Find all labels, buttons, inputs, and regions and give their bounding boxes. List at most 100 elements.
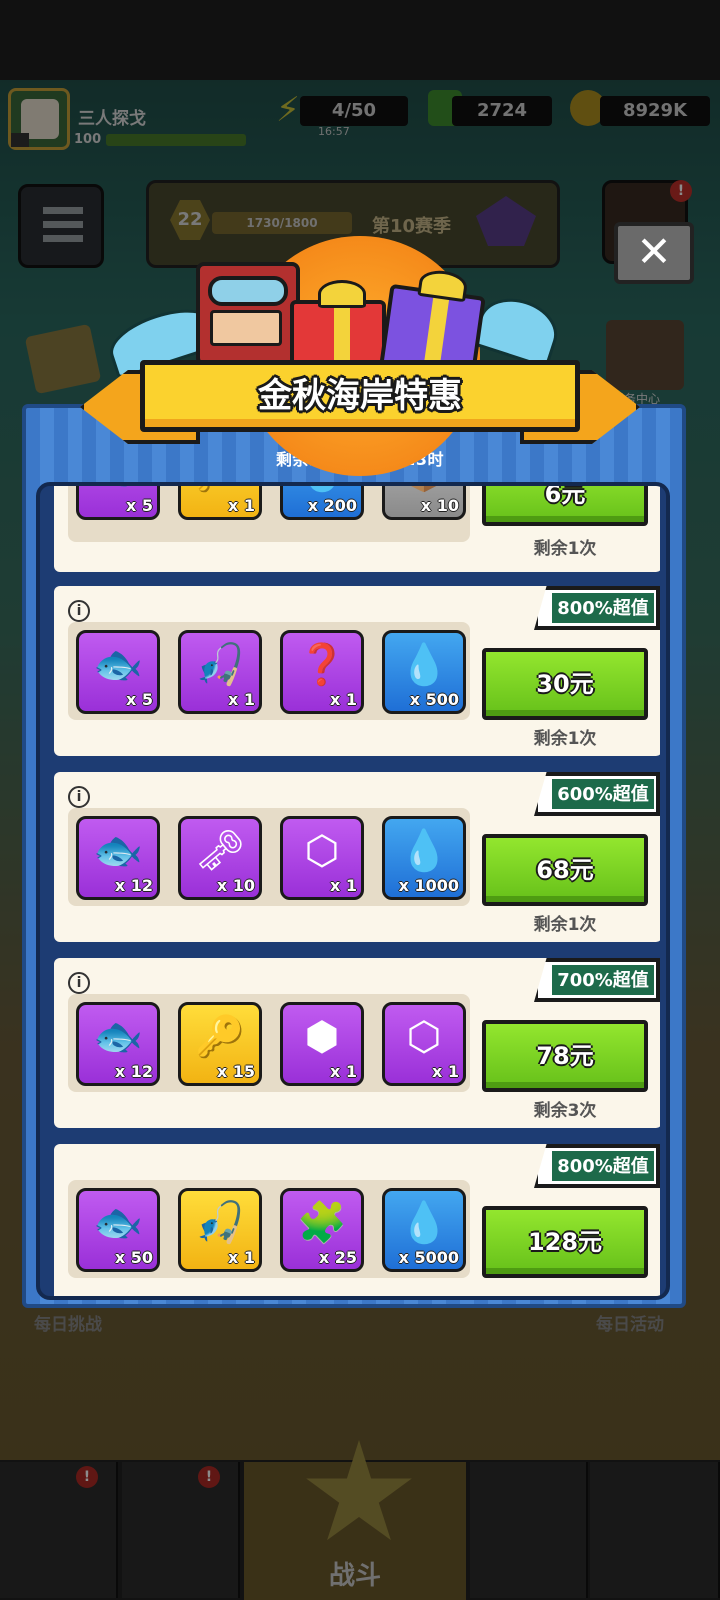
fishing-rod-icon: 🎣 [195, 1200, 245, 1246]
item-qty: x 5 [125, 690, 153, 709]
info-icon[interactable]: i [68, 972, 90, 994]
offer-item[interactable]: 📦 x 10 [382, 486, 466, 520]
item-qty: x 12 [114, 876, 153, 895]
offer-item[interactable]: 🎣 x 1 [178, 1188, 262, 1272]
offer-items: 🐟 x 5 🔑 x 1 💧 x 200 📦 x 10 [68, 486, 470, 542]
offer-card: i 600%超值 🐟 x 12 🗝 x 10 ⬡ x 1 💧 x 1000 68… [54, 772, 660, 942]
item-qty: x 1 [329, 1062, 357, 1081]
offer-card: i 800%超值 🐟 x 5 🎣 x 1 ❓ x 1 💧 x 500 30元 剩… [54, 586, 660, 756]
buy-button[interactable]: 68元 [482, 834, 648, 906]
buy-button[interactable]: 6元 [482, 486, 648, 526]
item-qty: x 500 [409, 690, 459, 709]
offer-item[interactable]: 🐟 x 12 [76, 1002, 160, 1086]
value-badge: 800%超值 [534, 586, 660, 630]
hex-chest-icon: ⬡ [304, 828, 340, 874]
offer-list-panel: 🐟 x 5 🔑 x 1 💧 x 200 📦 x 10 6元 剩余1次 [36, 482, 670, 1300]
fishing-lure-icon: 🐟 [93, 1014, 143, 1060]
buy-price: 68元 [536, 856, 594, 884]
mystery-chest-icon: ❓ [297, 642, 347, 688]
offer-item[interactable]: ⬡ x 1 [280, 816, 364, 900]
value-label: 800%超值 [557, 1156, 649, 1177]
remaining-count: 剩余1次 [533, 915, 597, 935]
item-qty: x 1 [227, 690, 255, 709]
value-label: 700%超值 [557, 970, 649, 991]
offer-card: i 700%超值 🐟 x 12 🔑 x 15 ⬢ x 1 ⬡ x 1 78元 剩… [54, 958, 660, 1128]
item-qty: x 200 [307, 496, 357, 515]
offer-item[interactable]: ⬡ x 1 [382, 1002, 466, 1086]
oil-drop-icon: 💧 [399, 1200, 449, 1246]
offer-item[interactable]: 💧 x 500 [382, 630, 466, 714]
info-icon[interactable]: i [68, 600, 90, 622]
fishing-lure-icon: 🐟 [93, 1200, 143, 1246]
remaining-count: 剩余3次 [533, 1101, 597, 1121]
value-badge: 700%超值 [534, 958, 660, 1002]
item-qty: x 1 [227, 496, 255, 515]
item-qty: x 5000 [398, 1248, 459, 1267]
gold-key-icon: 🗝 [194, 828, 246, 874]
oil-drop-icon: 💧 [399, 828, 449, 874]
chest-icon: 📦 [385, 486, 463, 495]
item-qty: x 10 [420, 496, 459, 515]
offer-item[interactable]: 🐟 x 50 [76, 1188, 160, 1272]
offer-item[interactable]: ❓ x 1 [280, 630, 364, 714]
offer-item[interactable]: 🔑 x 1 [178, 486, 262, 520]
fishing-lure-icon: 🐟 [79, 486, 157, 495]
offer-items: 🐟 x 12 🔑 x 15 ⬢ x 1 ⬡ x 1 [68, 994, 470, 1092]
offer-item[interactable]: 💧 x 200 [280, 486, 364, 520]
item-qty: x 1 [329, 876, 357, 895]
buy-price: 78元 [536, 1042, 594, 1070]
item-qty: x 5 [125, 496, 153, 515]
buy-price: 128元 [527, 1228, 603, 1256]
offer-item[interactable]: 🔑 x 15 [178, 1002, 262, 1086]
offer-item[interactable]: 🐟 x 5 [76, 630, 160, 714]
info-icon[interactable]: i [68, 786, 90, 808]
remaining-count: 剩余1次 [533, 729, 597, 749]
buy-button[interactable]: 128元 [482, 1206, 648, 1278]
item-qty: x 15 [216, 1062, 255, 1081]
offer-item[interactable]: 🎣 x 1 [178, 630, 262, 714]
item-qty: x 1 [227, 1248, 255, 1267]
hex-chest-icon: ⬡ [406, 1014, 442, 1060]
offer-item[interactable]: 🐟 x 12 [76, 816, 160, 900]
offer-card: 🐟 x 5 🔑 x 1 💧 x 200 📦 x 10 6元 剩余1次 [54, 486, 660, 572]
oil-drop-icon: 💧 [283, 486, 361, 495]
offer-list[interactable]: 🐟 x 5 🔑 x 1 💧 x 200 📦 x 10 6元 剩余1次 [48, 486, 660, 1296]
buy-price: 30元 [536, 670, 594, 698]
open-chest-icon: ⬢ [304, 1014, 340, 1060]
key-icon: 🔑 [181, 486, 259, 495]
buy-button[interactable]: 78元 [482, 1020, 648, 1092]
offer-item[interactable]: 💧 x 5000 [382, 1188, 466, 1272]
offer-item[interactable]: 💧 x 1000 [382, 816, 466, 900]
offer-item[interactable]: 🗝 x 10 [178, 816, 262, 900]
buy-button[interactable]: 30元 [482, 648, 648, 720]
top-status-area [0, 0, 720, 80]
item-qty: x 10 [216, 876, 255, 895]
fishing-lure-icon: 🐟 [93, 642, 143, 688]
item-qty: x 12 [114, 1062, 153, 1081]
offer-items: 🐟 x 5 🎣 x 1 ❓ x 1 💧 x 500 [68, 622, 470, 720]
close-button[interactable]: ✕ [614, 222, 694, 284]
value-badge: 600%超值 [534, 772, 660, 816]
offer-items: 🐟 x 50 🎣 x 1 🧩 x 25 💧 x 5000 [68, 1180, 470, 1278]
item-qty: x 25 [318, 1248, 357, 1267]
fishing-lure-icon: 🐟 [93, 828, 143, 874]
item-qty: x 1 [431, 1062, 459, 1081]
popup-title: 金秋海岸特惠 [258, 376, 462, 416]
value-label: 800%超值 [557, 598, 649, 619]
item-qty: x 1 [329, 690, 357, 709]
character-mascot [196, 262, 300, 366]
offer-card: 800%超值 🐟 x 50 🎣 x 1 🧩 x 25 💧 x 5000 128元 [54, 1144, 660, 1296]
oil-drop-icon: 💧 [399, 642, 449, 688]
remaining-count: 剩余1次 [533, 539, 597, 559]
buy-price: 6元 [544, 486, 586, 508]
key-icon: 🔑 [195, 1014, 245, 1060]
value-badge: 800%超值 [534, 1144, 660, 1188]
offer-item[interactable]: 🧩 x 25 [280, 1188, 364, 1272]
character-shard-icon: 🧩 [297, 1200, 347, 1246]
value-label: 600%超值 [557, 784, 649, 805]
offer-item[interactable]: 🐟 x 5 [76, 486, 160, 520]
item-qty: x 1000 [398, 876, 459, 895]
item-qty: x 50 [114, 1248, 153, 1267]
offer-items: 🐟 x 12 🗝 x 10 ⬡ x 1 💧 x 1000 [68, 808, 470, 906]
offer-item[interactable]: ⬢ x 1 [280, 1002, 364, 1086]
